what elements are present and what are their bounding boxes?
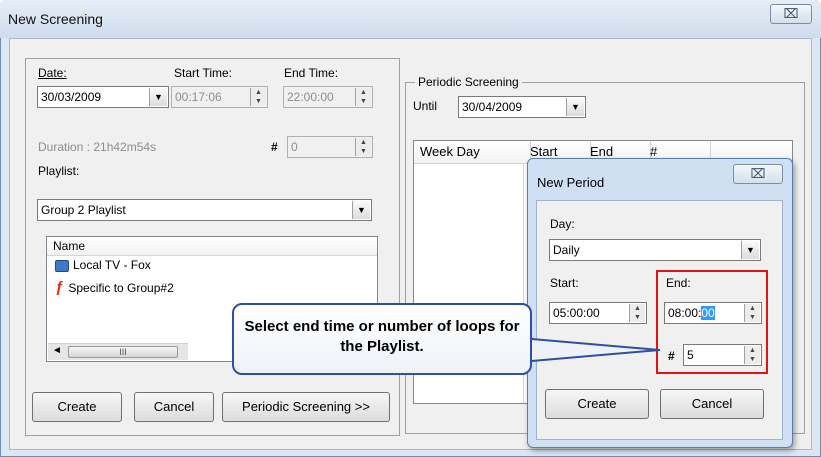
periodic-screening-button[interactable]: Periodic Screening >> bbox=[222, 392, 390, 422]
end-time-label: End Time: bbox=[284, 66, 339, 80]
scroll-thumb[interactable]: III bbox=[68, 346, 178, 358]
cancel-button[interactable]: Cancel bbox=[134, 392, 214, 422]
playlist-select[interactable]: Group 2 Playlist ▼ bbox=[37, 199, 372, 221]
name-column-header[interactable]: Name bbox=[47, 237, 377, 256]
new-period-title: New Period bbox=[537, 175, 605, 190]
chevron-down-icon[interactable]: ▼ bbox=[352, 201, 370, 219]
callout-pointer bbox=[520, 336, 661, 364]
day-label: Day: bbox=[550, 217, 575, 231]
date-picker[interactable]: 30/03/2009 ▼ bbox=[37, 86, 169, 108]
date-label: Date: bbox=[38, 66, 67, 80]
title-bar bbox=[0, 0, 821, 38]
flash-icon: ƒ bbox=[55, 279, 64, 296]
callout-text: Select end time or number of loops for t… bbox=[244, 318, 520, 355]
period-cancel-button[interactable]: Cancel bbox=[660, 389, 764, 419]
period-create-button[interactable]: Create bbox=[545, 389, 649, 419]
spinner-arrows-icon[interactable]: ▲ ▼ bbox=[355, 138, 371, 156]
spinner-arrows-icon[interactable]: ▲ ▼ bbox=[355, 88, 371, 106]
periodic-group-label: Periodic Screening bbox=[415, 75, 522, 89]
period-start-label: Start: bbox=[550, 276, 579, 290]
end-time-field[interactable]: 22:00:00 ▲ ▼ bbox=[283, 86, 373, 108]
list-item[interactable]: Local TV - Fox bbox=[55, 258, 151, 272]
window-title: New Screening bbox=[8, 11, 103, 27]
close-button[interactable]: ⌧ bbox=[770, 4, 812, 24]
loops-label: # bbox=[271, 140, 278, 154]
list-item[interactable]: ƒ Specific to Group#2 bbox=[55, 279, 174, 296]
instruction-callout: Select end time or number of loops for t… bbox=[232, 303, 532, 375]
day-select[interactable]: Daily ▼ bbox=[549, 239, 761, 261]
monitor-icon bbox=[55, 259, 69, 272]
column-week-day[interactable]: Week Day bbox=[414, 141, 531, 163]
period-start-field[interactable]: 05:00:00 ▲ ▼ bbox=[549, 302, 647, 324]
end-options-highlight bbox=[656, 270, 768, 374]
until-label: Until bbox=[413, 99, 438, 113]
spinner-arrows-icon[interactable]: ▲ ▼ bbox=[629, 304, 645, 322]
chevron-down-icon[interactable]: ▼ bbox=[741, 241, 759, 259]
horizontal-scrollbar[interactable]: ◄ III bbox=[48, 343, 188, 360]
start-time-label: Start Time: bbox=[174, 66, 233, 80]
loops-field[interactable]: 0 ▲ ▼ bbox=[287, 136, 373, 158]
start-time-field[interactable]: 00:17:06 ▲ ▼ bbox=[171, 86, 268, 108]
playlist-label: Playlist: bbox=[38, 164, 80, 178]
duration-text: Duration : 21h42m54s bbox=[38, 140, 157, 154]
spinner-arrows-icon[interactable]: ▲ ▼ bbox=[250, 88, 266, 106]
chevron-down-icon[interactable]: ▼ bbox=[566, 98, 584, 116]
create-button[interactable]: Create bbox=[32, 392, 122, 422]
chevron-down-icon[interactable]: ▼ bbox=[149, 88, 167, 106]
until-date-picker[interactable]: 30/04/2009 ▼ bbox=[458, 96, 586, 118]
new-period-close-button[interactable]: ⌧ bbox=[733, 164, 783, 184]
scroll-left-icon[interactable]: ◄ bbox=[52, 345, 62, 356]
